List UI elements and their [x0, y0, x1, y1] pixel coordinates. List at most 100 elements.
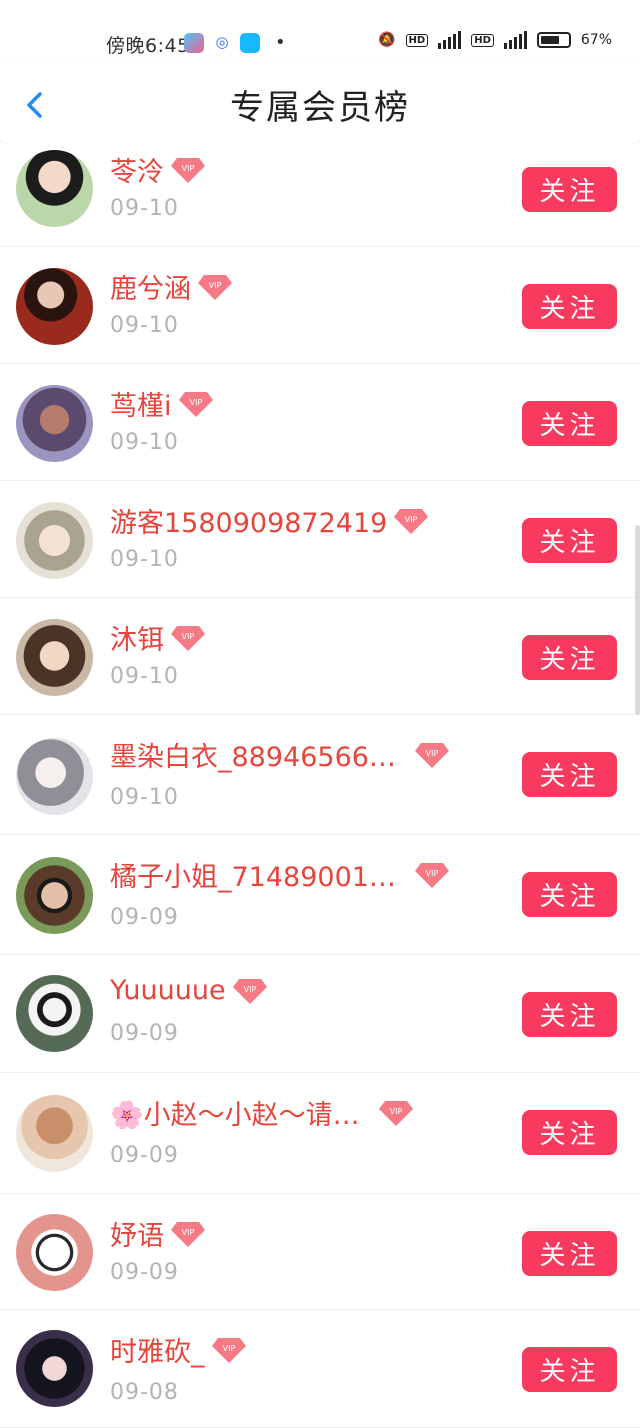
avatar[interactable] [16, 738, 93, 815]
vip-label: VIP [189, 398, 202, 407]
list-item: 游客1580909872419 VIP 09-10 关注 [0, 481, 640, 598]
follow-button[interactable]: 关注 [522, 1347, 617, 1392]
app-icon [184, 33, 204, 53]
vip-icon: VIP [178, 391, 213, 417]
member-name: 鹿兮涵 VIP [110, 267, 233, 306]
follow-button[interactable]: 关注 [522, 1110, 617, 1155]
battery-level: 67% [580, 32, 612, 48]
member-name-text: 妤语 [110, 1221, 164, 1252]
list-item: 妤语 VIP 09-09 关注 [0, 1194, 640, 1310]
member-name: 🌸小赵～小赵～请… VIP [110, 1093, 414, 1132]
member-date: 09-08 [110, 1380, 179, 1405]
avatar[interactable] [16, 1214, 93, 1291]
member-list: 苓泠 VIP 09-10 关注 鹿兮涵 VIP 09-10 关注 茑槿i VIP 09… [0, 144, 640, 1428]
member-date: 09-10 [110, 430, 179, 455]
battery-icon [536, 32, 571, 48]
vip-icon: VIP [171, 157, 205, 183]
member-name: 橘子小姐_71489001… VIP [110, 855, 450, 894]
member-name-text: 时雅砍_ [110, 1337, 205, 1368]
member-name-text: 苓泠 [110, 157, 164, 188]
member-name-text: 游客1580909872419 [110, 508, 388, 539]
vip-label: VIP [182, 632, 195, 641]
list-item: 时雅砍_ VIP 09-08 关注 [0, 1310, 640, 1428]
vip-label: VIP [426, 869, 439, 878]
follow-button[interactable]: 关注 [522, 752, 617, 797]
vip-icon: VIP [232, 978, 267, 1004]
vip-label: VIP [222, 1344, 235, 1353]
member-name-text: 茑槿i [110, 391, 172, 422]
member-name-text: 鹿兮涵 [110, 274, 191, 305]
list-item: Yuuuuue VIP 09-09 关注 [0, 955, 640, 1073]
member-name-text: 墨染白衣_88946566… [110, 742, 396, 773]
list-item: 沐铒 VIP 09-10 关注 [0, 598, 640, 715]
avatar[interactable] [16, 150, 93, 227]
follow-button[interactable]: 关注 [522, 1231, 617, 1276]
member-date: 09-10 [110, 664, 179, 689]
vip-label: VIP [209, 281, 222, 290]
page-title: 专属会员榜 [230, 88, 410, 128]
member-date: 09-09 [110, 1021, 179, 1046]
vip-icon: VIP [394, 508, 429, 534]
follow-button[interactable]: 关注 [522, 284, 617, 329]
avatar[interactable] [16, 1330, 93, 1407]
list-item: 🌸小赵～小赵～请… VIP 09-09 关注 [0, 1073, 640, 1194]
follow-button[interactable]: 关注 [522, 167, 617, 212]
status-time: 傍晚6:45 [106, 35, 190, 57]
list-item: 墨染白衣_88946566… VIP 09-10 关注 [0, 715, 640, 835]
mute-icon: 🔕 [378, 32, 396, 48]
member-name: 墨染白衣_88946566… VIP [110, 735, 450, 774]
member-name: 茑槿i VIP [110, 384, 214, 423]
avatar[interactable] [16, 975, 93, 1052]
avatar[interactable] [16, 502, 93, 579]
list-item: 苓泠 VIP 09-10 关注 [0, 144, 640, 247]
avatar[interactable] [16, 857, 93, 934]
follow-button[interactable]: 关注 [522, 635, 617, 680]
vip-label: VIP [426, 749, 439, 758]
list-item: 鹿兮涵 VIP 09-10 关注 [0, 247, 640, 364]
member-name: 游客1580909872419 VIP [110, 501, 429, 540]
member-name-text: Yuuuuue [110, 975, 226, 1006]
member-date: 09-10 [110, 313, 179, 338]
vip-label: VIP [243, 985, 256, 994]
avatar[interactable] [16, 385, 93, 462]
member-name: 时雅砍_ VIP [110, 1330, 247, 1369]
notification-dot: • [275, 32, 286, 53]
follow-button[interactable]: 关注 [522, 992, 617, 1037]
vip-label: VIP [182, 164, 195, 173]
vip-icon: VIP [378, 1100, 413, 1126]
vip-icon: VIP [414, 742, 449, 768]
vip-label: VIP [389, 1107, 402, 1116]
app-icon [240, 33, 260, 53]
member-date: 09-09 [110, 1260, 179, 1285]
avatar[interactable] [16, 268, 93, 345]
status-icons: 🔕 HD HD 67% [378, 31, 612, 49]
member-name-text: 橘子小姐_71489001… [110, 862, 396, 893]
member-date: 09-09 [110, 1143, 179, 1168]
follow-button[interactable]: 关注 [522, 401, 617, 446]
hd-icon: HD [405, 33, 429, 47]
vip-icon: VIP [171, 1221, 205, 1247]
list-item: 茑槿i VIP 09-10 关注 [0, 364, 640, 481]
vip-label: VIP [405, 515, 418, 524]
member-date: 09-10 [110, 547, 179, 572]
baidu-icon: ◎ [212, 33, 232, 53]
follow-button[interactable]: 关注 [522, 872, 617, 917]
avatar[interactable] [16, 1095, 93, 1172]
member-date: 09-09 [110, 905, 179, 930]
member-date: 09-10 [110, 785, 179, 810]
avatar[interactable] [16, 619, 93, 696]
scrollbar[interactable] [635, 525, 640, 715]
signal-icon [503, 31, 527, 49]
navigation-header: 专属会员榜 [0, 58, 640, 145]
member-name: 苓泠 VIP [110, 150, 206, 189]
list-item: 橘子小姐_71489001… VIP 09-09 关注 [0, 835, 640, 955]
vip-icon: VIP [211, 1337, 246, 1363]
member-name: 沐铒 VIP [110, 618, 206, 657]
member-name: Yuuuuue VIP [110, 975, 268, 1006]
member-name: 妤语 VIP [110, 1214, 206, 1253]
hd-icon: HD [471, 33, 494, 47]
vip-icon: VIP [171, 625, 205, 651]
follow-button[interactable]: 关注 [522, 518, 617, 563]
member-name-text: 🌸小赵～小赵～请… [110, 1100, 360, 1131]
member-name-text: 沐铒 [110, 625, 164, 656]
